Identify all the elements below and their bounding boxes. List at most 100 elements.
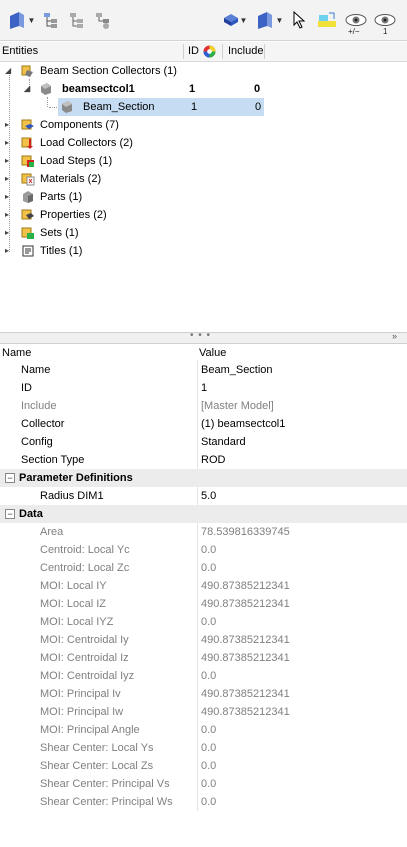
property-value: 490.87385212341 [201,580,290,592]
property-value[interactable]: ROD [201,454,225,466]
tree-item-label: Components (7) [40,119,119,131]
tree-item-load-collectors[interactable]: ▸ Load Collectors (2) [0,134,407,152]
property-row-include: Include [Master Model] [0,397,407,415]
reverse-display-icon [318,12,336,27]
collapse-toggle-icon[interactable]: ◢ [24,84,30,93]
property-value[interactable]: 5.0 [201,490,216,502]
tree-item-sets[interactable]: ▸ Sets (1) [0,224,407,242]
cursor-arrow-icon [293,11,306,29]
property-name: MOI: Local IYZ [40,616,114,628]
flat-view-button[interactable] [66,8,88,32]
property-name: Include [21,400,57,412]
shaded-display-button[interactable]: ▼ [222,8,248,32]
tree-item-label: Sets (1) [40,227,79,239]
isolate-button[interactable]: ▼ [252,8,286,32]
material-icon [21,173,35,186]
expand-toggle-icon[interactable]: ▸ [5,174,9,183]
property-name: ID [21,382,32,394]
property-name: Shear Center: Principal Ws [40,796,173,808]
section-title: Data [19,508,43,520]
property-value[interactable]: Standard [201,436,246,448]
data-row: MOI: Local IY 490.87385212341 [0,577,407,595]
data-row: Shear Center: Local Zs 0.0 [0,757,407,775]
select-button[interactable] [290,8,310,32]
data-row: MOI: Centroidal Iz 490.87385212341 [0,649,407,667]
property-row-radius-dim1[interactable]: Radius DIM1 5.0 [0,487,407,505]
property-name: Shear Center: Principal Vs [40,778,170,790]
property-value: 0.0 [201,616,217,628]
expand-toggle-icon[interactable]: ▸ [5,156,9,165]
property-row-section-type[interactable]: Section Type ROD [0,451,407,469]
display-entity-button[interactable]: ▼ [4,8,38,32]
collapse-toggle-icon[interactable]: ◢ [5,66,11,75]
isolate-icon [257,12,272,29]
property-row-id[interactable]: ID 1 [0,379,407,397]
parameter-definitions-section[interactable]: − Parameter Definitions [0,469,407,487]
property-name: MOI: Local IZ [40,598,107,610]
tree-item-beam-section[interactable]: Beam_Section 1 0 [0,98,407,116]
data-row: MOI: Principal Angle 0.0 [0,721,407,739]
collapse-panel-icon[interactable]: » [392,331,397,341]
property-name: Collector [21,418,65,430]
splitter-grip[interactable]: • • • [190,330,211,341]
expand-toggle-icon[interactable]: ▸ [5,138,9,147]
property-name: Centroid: Local Yc [40,544,130,556]
collapse-section-icon[interactable]: − [5,473,15,483]
entity-display-icon [9,12,24,29]
expand-toggle-icon[interactable]: ▸ [5,192,9,201]
include-column-header[interactable]: Include [228,45,263,57]
tree-item-titles[interactable]: ▸ Titles (1) [0,242,407,260]
property-name: MOI: Local IY [40,580,107,592]
property-name: Centroid: Local Zc [40,562,130,574]
collapse-section-icon[interactable]: − [5,509,15,519]
set-icon [21,227,34,239]
data-row: MOI: Centroidal Iy 490.87385212341 [0,631,407,649]
tree-item-materials[interactable]: ▸ Materials (2) [0,170,407,188]
property-icon [21,209,34,220]
tree-item-beam-section-collectors[interactable]: ◢ Beam Section Collectors (1) [0,62,407,80]
tree-item-label: Parts (1) [40,191,83,203]
property-row-collector[interactable]: Collector (1) beamsectcol1 [0,415,407,433]
show-hide-toggle-button[interactable]: +/− [342,8,370,36]
tree-item-beamsectcol1[interactable]: ◢ beamsectcol1 1 0 [0,80,407,98]
property-value[interactable]: Beam_Section [201,364,273,376]
property-row-name[interactable]: Name Beam_Section [0,361,407,379]
value-column-header: Value [199,347,227,359]
property-value[interactable]: 1 [201,382,207,394]
property-row-config[interactable]: Config Standard [0,433,407,451]
tree-item-label: Titles (1) [40,245,83,257]
property-name: Radius DIM1 [40,490,104,502]
tree-item-components[interactable]: ▸ Components (7) [0,116,407,134]
data-row: MOI: Principal Iw 490.87385212341 [0,703,407,721]
property-value: 490.87385212341 [201,706,290,718]
filter-tree-button[interactable] [40,8,62,32]
tree-options-button[interactable] [92,8,114,32]
reverse-display-button[interactable] [314,8,340,32]
expand-toggle-icon[interactable]: ▸ [5,228,9,237]
data-row: MOI: Local IZ 490.87385212341 [0,595,407,613]
data-row: Shear Center: Principal Vs 0.0 [0,775,407,793]
eye-plus-minus-label: +/− [348,27,360,36]
expand-toggle-icon[interactable]: ▸ [5,120,9,129]
section-title: Parameter Definitions [19,472,133,484]
property-value: 0.0 [201,742,217,754]
load-collector-icon [21,137,33,149]
tree-item-load-steps[interactable]: ▸ Load Steps (1) [0,152,407,170]
property-name: Shear Center: Local Zs [40,760,154,772]
property-name: Config [21,436,53,448]
entities-column-header[interactable]: Entities [2,45,38,57]
property-value[interactable]: (1) beamsectcol1 [201,418,285,430]
expand-toggle-icon[interactable]: ▸ [5,210,9,219]
data-section[interactable]: − Data [0,505,407,523]
color-wheel-icon[interactable] [203,45,216,58]
show-only-button[interactable]: 1 [372,8,398,36]
property-value: 490.87385212341 [201,598,290,610]
panel-splitter[interactable]: • • • » [0,330,407,344]
id-column-header[interactable]: ID [188,45,199,57]
data-row: Area 78.539816339745 [0,523,407,541]
expand-toggle-icon[interactable]: ▸ [5,246,9,255]
tree-item-properties[interactable]: ▸ Properties (2) [0,206,407,224]
load-step-icon [21,155,34,167]
eye-icon [374,14,396,26]
tree-item-parts[interactable]: ▸ Parts (1) [0,188,407,206]
